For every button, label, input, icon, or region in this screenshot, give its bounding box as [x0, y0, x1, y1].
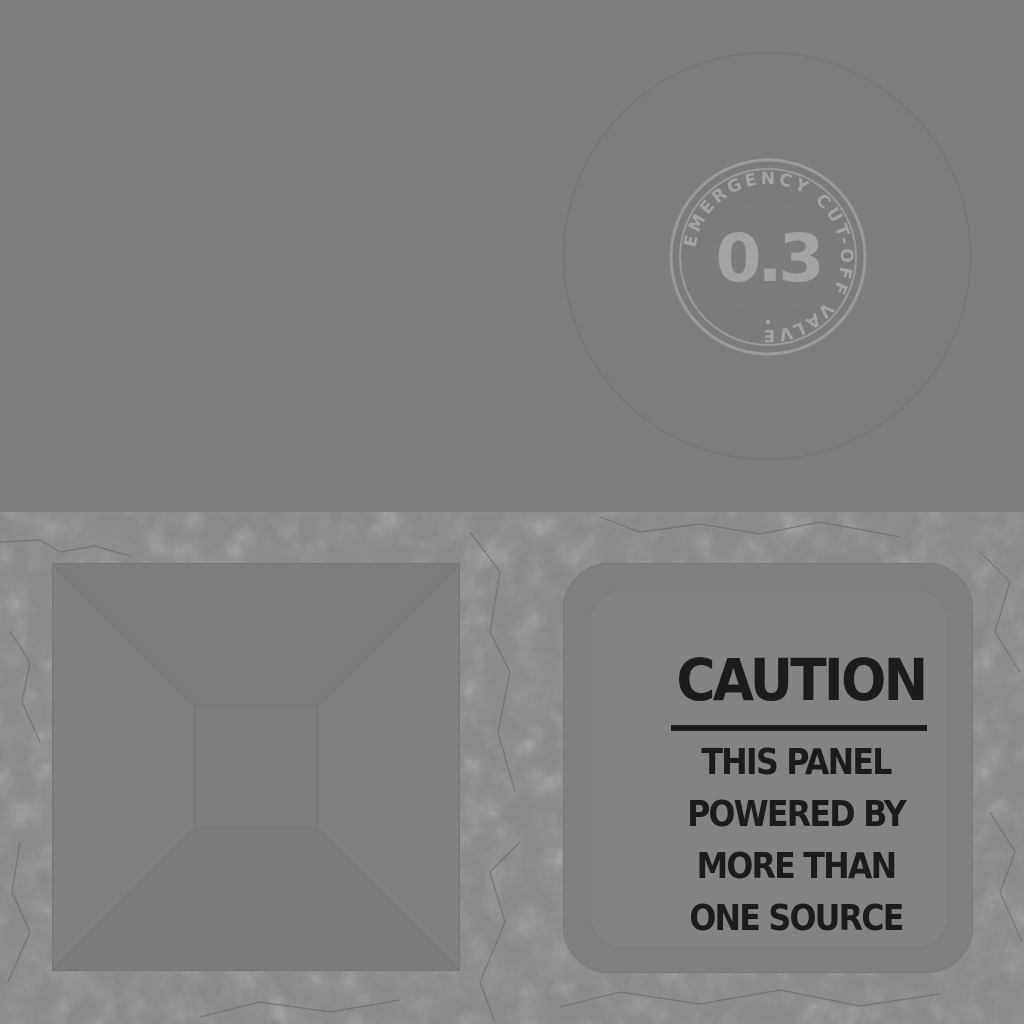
caution-line-2: POWERED BY: [687, 794, 907, 835]
caution-line-3: MORE THAN: [696, 846, 898, 887]
caution-underline: [671, 725, 927, 731]
top-panel: EMERGENCY CUT-OFF VALVE • 0.3: [0, 0, 1024, 512]
valve-value: 0.3: [716, 220, 821, 297]
valve-badge-icon: EMERGENCY CUT-OFF VALVE • 0.3: [669, 158, 867, 356]
bevel-square-icon: [52, 563, 460, 971]
caution-plate: CAUTION THIS PANEL POWERED BY MORE THAN …: [563, 563, 973, 973]
texture-atlas: EMERGENCY CUT-OFF VALVE • 0.3 CAUTION TH…: [0, 0, 1024, 1024]
valve-separator: •: [764, 315, 772, 331]
caution-line-1: THIS PANEL: [701, 742, 892, 783]
bottom-panel: CAUTION THIS PANEL POWERED BY MORE THAN …: [0, 512, 1024, 1024]
caution-title: CAUTION: [676, 646, 928, 714]
caution-line-4: ONE SOURCE: [689, 898, 904, 939]
caution-plate-inner: CAUTION THIS PANEL POWERED BY MORE THAN …: [591, 591, 947, 947]
